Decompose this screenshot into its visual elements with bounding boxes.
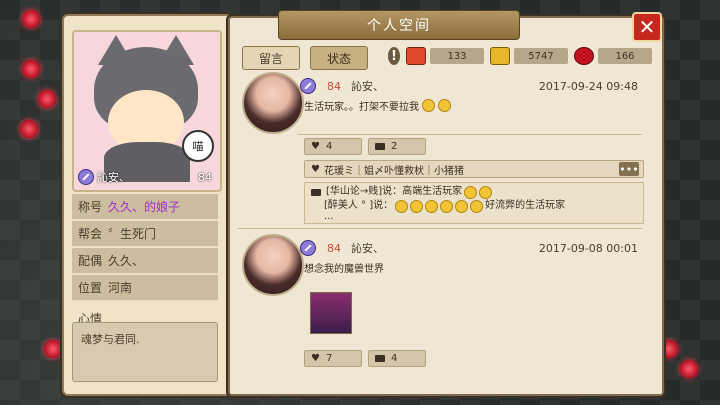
heart-icon: ♥ — [311, 141, 320, 152]
gift-icon — [406, 47, 426, 65]
tab-status[interactable]: 状态 — [310, 46, 368, 70]
guild-row: 帮会 〞生死门 — [72, 221, 218, 247]
heart-icon: ♥ — [311, 163, 320, 175]
status-post: 84 訫安、 2017-09-24 09:48 生活玩家。。打架不要拉我 ♥ 4… — [238, 68, 648, 228]
more-button[interactable]: ••• — [619, 162, 639, 176]
crown-icon — [490, 47, 510, 65]
comment-count: 2 — [391, 141, 398, 152]
comment-line: [醉美人 ° ]说： 好流弊的生活玩家 — [324, 199, 566, 213]
popularity-count: 5747 — [514, 48, 568, 64]
gift-stat: 133 — [406, 47, 484, 65]
guild-label: 帮会 — [78, 227, 103, 241]
heart-icon: ♥ — [311, 353, 320, 364]
comment-icon — [311, 188, 321, 196]
emoji-icon — [422, 99, 435, 112]
window-title: 个人空间 — [278, 10, 520, 40]
emoji-icon — [479, 185, 493, 199]
tab-messages[interactable]: 留言 — [242, 46, 300, 70]
post-author[interactable]: 訫安、 — [351, 240, 384, 256]
guild-value: 〞生死门 — [108, 227, 157, 241]
personal-space-panel: 个人空间 留言 状态 ! 133 5747 166 84 訫安、 2017-09… — [228, 10, 664, 396]
emoji-icon — [410, 199, 424, 213]
comment-icon — [375, 355, 385, 362]
location-value: 河南 — [108, 281, 133, 295]
post-image-thumbnail[interactable] — [310, 292, 352, 334]
spouse-label: 配偶 — [78, 254, 103, 268]
profile-name: 訫安、 — [97, 171, 130, 184]
mood-text-box[interactable]: 魂梦与君同. — [72, 322, 218, 382]
flower-decoration — [38, 90, 56, 108]
like-count: 4 — [325, 141, 333, 152]
cat-ear-left — [98, 35, 134, 65]
post-text-row: 想念我的魔兽世界 — [304, 260, 384, 275]
title-value: 久久、的娘子 — [108, 200, 181, 214]
flower-decoration — [44, 340, 62, 358]
close-button[interactable]: ✕ — [632, 12, 662, 42]
comment-icon — [375, 143, 385, 150]
post-text: 生活玩家。。打架不要拉我 — [304, 102, 419, 113]
emoji-icon — [440, 199, 454, 213]
gift-count: 133 — [430, 48, 484, 64]
flower-stat: 166 — [574, 47, 652, 65]
flower-count: 166 — [598, 48, 652, 64]
comment-button[interactable]: 4 — [368, 350, 426, 367]
spouse-row: 配偶 久久、 — [72, 248, 218, 274]
status-post: 84 訫安、 2017-09-08 00:01 想念我的魔兽世界 ♥ 7 4 — [238, 228, 648, 388]
emoji-icon — [464, 185, 478, 199]
comments-box: [华山论→贱]说：高端生活玩家 [醉美人 ° ]说： 好流弊的生活玩家 ... — [304, 182, 644, 224]
profile-level: 84 — [198, 170, 212, 184]
post-author-row: 84 訫安、 — [300, 78, 384, 94]
like-button[interactable]: ♥ 4 — [304, 138, 362, 155]
spouse-value: 久久、 — [108, 254, 145, 268]
profile-panel: 喵 訫安、 84 称号 久久、的娘子 帮会 〞生死门 配偶 久久、 位置 河南 … — [62, 14, 233, 396]
flower-decoration — [22, 60, 40, 78]
profile-avatar[interactable]: 喵 訫安、 84 — [72, 30, 222, 192]
meow-bubble: 喵 — [182, 130, 214, 162]
comment-button[interactable]: 2 — [368, 138, 426, 155]
sword-class-icon — [300, 78, 316, 94]
sword-class-icon — [78, 169, 94, 185]
status-feed[interactable]: 84 訫安、 2017-09-24 09:48 生活玩家。。打架不要拉我 ♥ 4… — [238, 68, 656, 388]
cat-ear-right — [158, 35, 194, 65]
post-level: 84 — [327, 79, 341, 93]
like-count: 7 — [325, 353, 333, 364]
flower-decoration — [20, 120, 38, 138]
emoji-icon — [395, 199, 409, 213]
flower-decoration — [22, 10, 40, 28]
like-button[interactable]: ♥ 7 — [304, 350, 362, 367]
comment-count: 4 — [391, 353, 398, 364]
emoji-icon — [455, 199, 469, 213]
rose-icon — [574, 47, 594, 65]
divider — [238, 228, 642, 229]
post-time: 2017-09-24 09:48 — [538, 80, 638, 93]
liked-by-bar: ♥ 花瑗ミ｜姐〆卟懂救枤｜小猪猪 ••• — [304, 160, 644, 178]
emoji-icon — [438, 99, 451, 112]
post-author-row: 84 訫安、 — [300, 240, 384, 256]
post-avatar[interactable] — [242, 234, 304, 296]
flower-decoration — [680, 360, 698, 378]
location-label: 位置 — [78, 281, 103, 295]
title-label: 称号 — [78, 200, 103, 214]
stats-bar: ! 133 5747 166 — [388, 45, 652, 67]
comment-ellipsis: ... — [324, 211, 334, 222]
title-row: 称号 久久、的娘子 — [72, 194, 218, 220]
emoji-icon — [470, 199, 484, 213]
post-avatar[interactable] — [242, 72, 304, 134]
location-row: 位置 河南 — [72, 275, 218, 301]
info-icon[interactable]: ! — [388, 47, 400, 65]
emoji-icon — [425, 199, 439, 213]
comment-line: [华山论→贱]说：高端生活玩家 — [311, 185, 637, 199]
post-text-row: 生活玩家。。打架不要拉我 — [304, 98, 451, 113]
post-text: 想念我的魔兽世界 — [304, 264, 384, 275]
post-author[interactable]: 訫安、 — [351, 78, 384, 94]
avatar-name-row: 訫安、 84 — [78, 168, 212, 186]
post-level: 84 — [327, 241, 341, 255]
mood-text: 魂梦与君同. — [81, 333, 140, 346]
liked-by-names: 花瑗ミ｜姐〆卟懂救枤｜小猪猪 — [323, 165, 464, 177]
post-time: 2017-09-08 00:01 — [538, 242, 638, 255]
popularity-stat: 5747 — [490, 47, 568, 65]
sword-class-icon — [300, 240, 316, 256]
divider — [298, 134, 642, 135]
